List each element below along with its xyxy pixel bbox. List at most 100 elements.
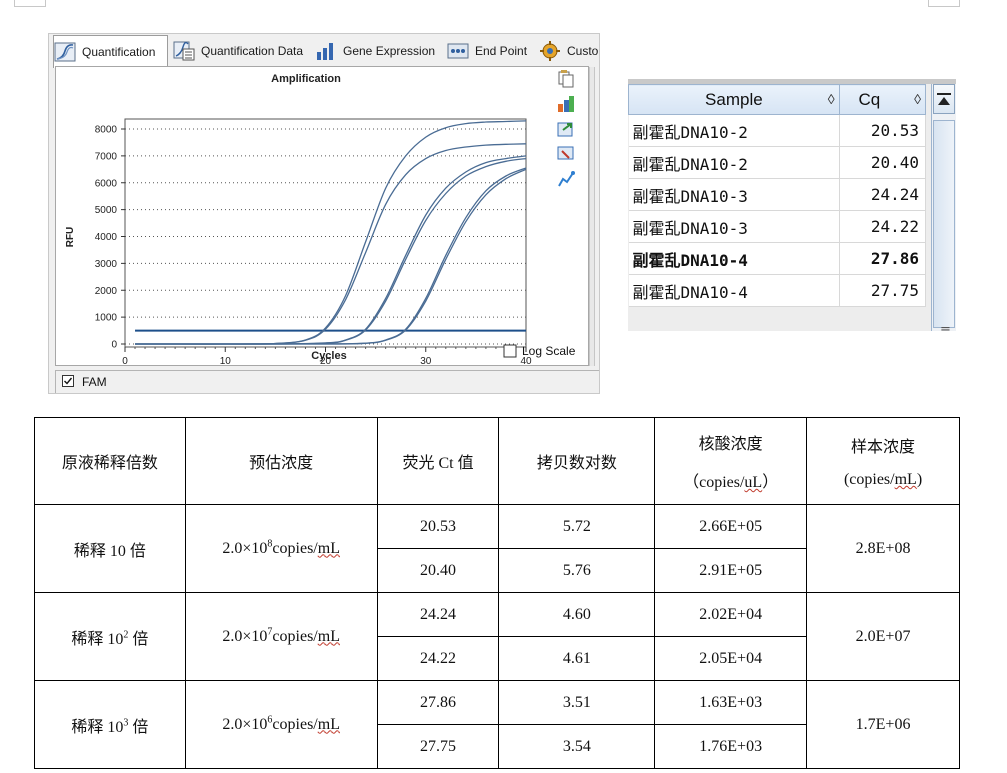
x-tick-label: 0 [122,356,128,365]
cq-value-cell[interactable]: 20.53 [839,114,927,147]
x-tick-label: 30 [420,356,432,365]
panel-splitter[interactable] [589,67,595,366]
header-sample-concentration: 样本浓度 (copies/mL) [806,417,960,505]
nucleic-concentration-cell: 2.91E+05 [654,548,808,593]
header-log-copies: 拷贝数对数 [498,417,656,505]
tab-custom[interactable]: Custo [539,36,599,66]
analysis-panel: Quantification Quantification Data Gene … [48,33,600,394]
header-nucleic-concentration: 核酸浓度 （copies/uL） [654,417,808,505]
scroll-up-button[interactable] [933,84,955,114]
fam-label: FAM [82,375,107,389]
sample-header-label: Sample [705,89,763,109]
sample-name-cell[interactable]: 副霍乱DNA10-2 [628,114,840,147]
sample-row[interactable]: 副霍乱DNA10-3 24.22 [628,210,927,243]
copy-icon[interactable] [557,70,575,88]
sample-name-cell[interactable]: 副霍乱DNA10-3 [628,210,840,243]
chart-ticks: 0 1000 2000 3000 4000 5000 6000 7000 8000 0 10 20 30… [95,125,532,366]
nucleic-concentration-cell: 2.05E+04 [654,636,808,681]
nucleic-concentration-cell: 1.76E+03 [654,724,808,769]
log-scale-toggle[interactable]: Log Scale [503,344,576,358]
x-tick-label: 20 [320,356,332,365]
nucleic-header-line2: （copies/uL） [683,474,779,491]
scroll-thumb[interactable]: ≡ [933,120,955,331]
sort-icon[interactable]: ◊ [828,91,835,107]
tab-end-point-label: End Point [475,44,528,58]
amplification-curve[interactable] [135,167,527,345]
sample-header-line1: 样本浓度 [851,439,916,456]
chart-grid [124,118,527,348]
fluorophore-row: FAM [55,370,599,393]
sample-row[interactable]: 副霍乱DNA10-2 20.53 [628,114,927,147]
results-row: 稀释 10 倍 2.0×108copies/mL 20.53 5.72 2.66E+05… [34,504,960,593]
sample-column-header[interactable]: Sample ◊ [628,84,840,115]
amplification-curve[interactable] [135,155,527,345]
page-corner-left [14,0,46,7]
trend-icon[interactable] [557,170,575,188]
sample-name-cell[interactable]: 副霍乱DNA10-2 [628,146,840,179]
amplification-curve[interactable] [135,143,527,345]
tab-quantification-label: Quantification [82,45,156,59]
sample-concentration-cell: 2.0E+07 [806,592,960,681]
sample-name-cell[interactable]: 副霍乱DNA10-4 [628,242,840,275]
custom-gear-icon [540,41,560,61]
cq-value-cell[interactable]: 20.40 [839,146,927,179]
export-icon[interactable] [557,120,575,138]
cq-value-cell[interactable]: 24.24 [839,178,927,211]
log-copies-cell: 4.60 [498,592,656,637]
amplification-chart-frame: Amplification RFU Cycles 0 1000 2000 3000 40… [55,66,589,366]
sample-row[interactable]: 副霍乱DNA10-2 20.40 [628,146,927,179]
grip-icon: ≡ [940,323,951,331]
color-settings-icon[interactable] [557,95,575,113]
sample-name-cell[interactable]: 副霍乱DNA10-4 [628,274,840,307]
vertical-scrollbar[interactable]: ≡ [931,84,956,331]
cq-column-header[interactable]: Cq ◊ [838,84,927,115]
results-table: 原液稀释倍数 预估浓度 荧光 Ct 值 拷贝数对数 核酸浓度 （copies/u… [34,417,960,769]
log-copies-cell: 5.72 [498,504,656,549]
y-tick-label: 8000 [95,125,118,136]
sample-cq-panel: Sample ◊ Cq ◊ 副霍乱DNA10-2 20.53 副霍乱DNA10-2 2… [628,79,956,331]
cq-value-cell[interactable]: 27.86 [839,242,927,275]
results-row: 稀释 102 倍 2.0×107copies/mL 24.24 4.60 2.02E+0… [34,592,960,681]
zoom-icon[interactable] [557,145,575,163]
tab-end-point[interactable]: End Point [447,36,531,66]
log-scale-label: Log Scale [522,344,576,358]
sort-icon[interactable]: ◊ [914,91,921,107]
cq-header-label: Cq [858,89,881,109]
tab-quantification-data-label: Quantification Data [201,44,304,58]
header-ct-value: 荧光 Ct 值 [376,417,500,505]
nucleic-header-line1: 核酸浓度 [698,436,763,453]
tab-gene-expression-label: Gene Expression [343,44,436,58]
ct-value-cell: 20.40 [376,548,500,593]
tab-gene-expression[interactable]: Gene Expression [315,36,439,66]
plot-area [124,118,527,348]
quantification-data-icon [173,41,195,61]
chart-series [135,120,527,345]
amplification-curve[interactable] [135,157,527,345]
estimated-concentration-cell: 2.0×107copies/mL [184,592,378,681]
ct-value-cell: 24.22 [376,636,500,681]
log-scale-checkbox[interactable] [503,344,517,358]
nucleic-concentration-cell: 1.63E+03 [654,680,808,725]
chart-y-axis-label: RFU [65,227,76,248]
header-dilution: 原液稀释倍数 [34,417,186,505]
dilution-cell: 稀释 102 倍 [34,592,186,681]
amplification-curve[interactable] [135,120,527,345]
log-copies-cell: 5.76 [498,548,656,593]
sample-concentration-cell: 2.8E+08 [806,504,960,593]
tab-quantification[interactable]: Quantification [53,35,168,68]
sample-name-cell[interactable]: 副霍乱DNA10-3 [628,178,840,211]
ct-value-cell: 27.86 [376,680,500,725]
cq-value-cell[interactable]: 24.22 [839,210,927,243]
sample-row[interactable]: 副霍乱DNA10-3 24.24 [628,178,927,211]
y-tick-label: 0 [111,340,117,351]
fam-checkbox[interactable] [62,375,74,387]
y-tick-label: 7000 [95,151,118,162]
amplification-curve[interactable] [135,168,527,345]
y-tick-label: 6000 [95,178,118,189]
sample-row[interactable]: 副霍乱DNA10-4 27.86 [628,242,927,275]
tab-quantification-data[interactable]: Quantification Data [173,36,307,66]
y-tick-label: 1000 [95,313,118,324]
sample-row[interactable]: 副霍乱DNA10-4 27.75 [628,274,927,307]
scroll-up-arrow-icon [937,93,951,105]
cq-value-cell[interactable]: 27.75 [839,274,927,307]
